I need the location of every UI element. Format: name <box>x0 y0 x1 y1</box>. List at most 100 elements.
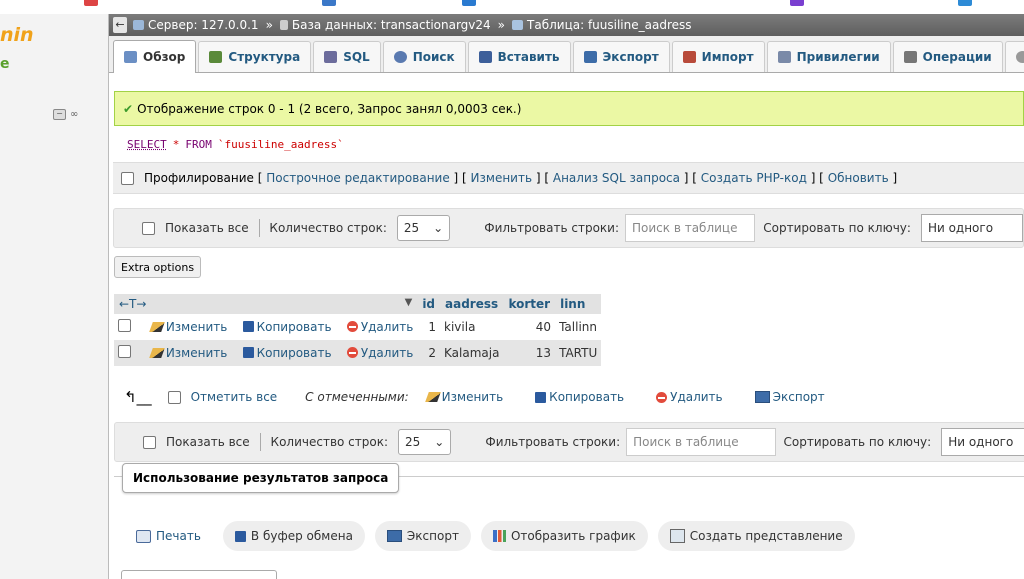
export-button[interactable]: Экспорт <box>374 521 471 551</box>
column-dropdown-icon[interactable]: ▼ <box>405 297 413 308</box>
copy-icon <box>242 347 254 358</box>
view-icon <box>669 529 685 543</box>
checkmark-icon: ✔ <box>123 101 134 116</box>
cell-korter[interactable]: 13 <box>503 340 556 366</box>
edit-link[interactable]: Изменить <box>471 171 533 185</box>
row-copy-button[interactable]: Копировать <box>242 320 332 334</box>
breadcrumb-server[interactable]: Сервер: 127.0.0.1 <box>133 18 259 32</box>
tab-sql[interactable]: SQL <box>313 41 381 72</box>
breadcrumb-separator: » <box>497 18 506 32</box>
query-results-buttons: Печать В буфер обмена Экспорт Отобразить… <box>130 521 855 551</box>
print-button[interactable]: Печать <box>130 521 213 551</box>
row-delete-button[interactable]: Удалить <box>346 346 413 360</box>
database-icon <box>279 20 288 30</box>
chart-icon <box>492 530 506 542</box>
filter-input[interactable]: Поиск в таблице <box>625 214 756 242</box>
copy-icon <box>242 321 254 332</box>
bookmark-icon[interactable] <box>790 0 804 6</box>
operations-icon <box>903 51 917 63</box>
logo[interactable]: nin <box>0 24 34 46</box>
cell-aadress[interactable]: Kalamaja <box>440 340 504 366</box>
sort-select[interactable]: Ни одного <box>941 428 1024 456</box>
column-header-id[interactable]: id <box>417 294 441 314</box>
inline-edit-link[interactable]: Построчное редактирование <box>266 171 450 185</box>
column-header-aadress[interactable]: aadress <box>440 294 504 314</box>
show-all-label[interactable]: Показать все <box>165 221 249 235</box>
row-copy-button[interactable]: Копировать <box>242 346 332 360</box>
row-edit-button[interactable]: Изменить <box>149 320 227 334</box>
row-edit-button[interactable]: Изменить <box>149 346 227 360</box>
create-view-button[interactable]: Создать представление <box>657 521 855 551</box>
sql-table-name: `fuusiline_aadress` <box>217 137 344 151</box>
query-results-legend: Использование результатов запроса <box>122 463 400 493</box>
tab-bar: Обзор Структура SQL Поиск Вставить Экспо… <box>109 36 1024 73</box>
tab-privileges[interactable]: Привилегии <box>766 41 891 72</box>
tab-import[interactable]: Импорт <box>671 41 765 72</box>
filter-label: Фильтровать строки: <box>485 435 621 449</box>
bulk-copy-button[interactable]: Копировать <box>535 390 624 404</box>
table-row: Изменить Копировать Удалить 1 kivila 40 … <box>114 314 602 340</box>
link-icon[interactable]: ∞ <box>70 109 78 120</box>
bulk-export-label: Экспорт <box>772 390 825 404</box>
row-checkbox[interactable] <box>118 345 131 358</box>
bulk-delete-label: Удалить <box>670 390 723 404</box>
show-all-label[interactable]: Показать все <box>166 435 250 449</box>
bulk-edit-button[interactable]: Изменить <box>424 390 503 404</box>
sql-select-keyword[interactable]: SELECT <box>127 138 167 151</box>
tab-search[interactable]: Поиск <box>382 41 466 72</box>
refresh-link[interactable]: Обновить <box>828 171 889 185</box>
column-resize-header[interactable]: ←T→ ▼ <box>114 294 418 314</box>
extra-options-button[interactable]: Extra options <box>114 256 202 278</box>
clipboard-label: В буфер обмена <box>250 529 353 543</box>
row-count-label: Количество строк: <box>269 221 387 235</box>
filter-input[interactable]: Поиск в таблице <box>626 428 776 456</box>
cell-korter[interactable]: 40 <box>503 314 556 340</box>
row-count-select[interactable]: 25 ⌄ <box>396 215 451 241</box>
cell-linn[interactable]: Tallinn <box>555 314 602 340</box>
display-chart-button[interactable]: Отобразить график <box>480 521 648 551</box>
tab-structure[interactable]: Структура <box>198 41 312 72</box>
sql-from-keyword: FROM <box>185 137 212 151</box>
bookmark-icon[interactable] <box>322 0 336 6</box>
cell-id[interactable]: 2 <box>417 340 441 366</box>
print-icon <box>136 529 151 543</box>
tab-operations[interactable]: Операции <box>892 41 1003 72</box>
back-arrow-icon[interactable]: ← <box>113 17 127 33</box>
bulk-export-button[interactable]: Экспорт <box>754 390 825 404</box>
tab-browse[interactable]: Обзор <box>113 40 197 73</box>
cell-id[interactable]: 1 <box>417 314 441 340</box>
sidebar: nin e − ∞ <box>0 14 109 579</box>
analyze-sql-link[interactable]: Анализ SQL запроса <box>553 171 680 185</box>
sort-select[interactable]: Ни одного <box>920 214 1023 242</box>
row-delete-button[interactable]: Удалить <box>346 320 413 334</box>
collapse-icon[interactable]: − <box>53 109 66 120</box>
profiling-checkbox[interactable] <box>121 171 134 185</box>
export-icon <box>583 51 597 63</box>
check-all-checkbox[interactable] <box>167 390 181 404</box>
bulk-delete-button[interactable]: Удалить <box>656 390 723 404</box>
tab-export[interactable]: Экспорт <box>572 41 670 72</box>
cell-linn[interactable]: TARTU <box>555 340 602 366</box>
row-count-select[interactable]: 25 ⌄ <box>398 429 452 455</box>
column-header-korter[interactable]: korter <box>503 294 556 314</box>
tab-insert[interactable]: Вставить <box>467 41 571 72</box>
breadcrumb-database[interactable]: База данных: transactionargv24 <box>279 18 491 32</box>
bookmark-strip <box>0 0 1024 14</box>
cell-aadress[interactable]: kivila <box>440 314 504 340</box>
bookmark-icon[interactable] <box>462 0 476 6</box>
create-php-link[interactable]: Создать PHP-код <box>701 171 807 185</box>
show-all-checkbox[interactable] <box>143 435 156 449</box>
sql-query[interactable]: SELECT * FROM `fuusiline_aadress` <box>113 126 1024 162</box>
row-checkbox[interactable] <box>118 319 131 332</box>
bookmark-icon[interactable] <box>958 0 972 6</box>
column-header-linn[interactable]: linn <box>555 294 602 314</box>
bookmark-icon[interactable] <box>84 0 98 6</box>
breadcrumb-table[interactable]: Таблица: fuusiline_aadress <box>512 18 692 32</box>
check-all-link[interactable]: Отметить все <box>191 390 278 404</box>
table-header-row: ←T→ ▼ id aadress korter linn <box>114 294 602 314</box>
tab-tracking[interactable] <box>1004 41 1024 72</box>
navigation-bar-bottom: Показать все Количество строк: 25 ⌄ Фильт… <box>114 422 1024 462</box>
clipboard-button[interactable]: В буфер обмена <box>222 521 365 551</box>
show-all-checkbox[interactable] <box>142 221 155 235</box>
column-arrows-icon[interactable]: ←T→ <box>119 297 146 311</box>
